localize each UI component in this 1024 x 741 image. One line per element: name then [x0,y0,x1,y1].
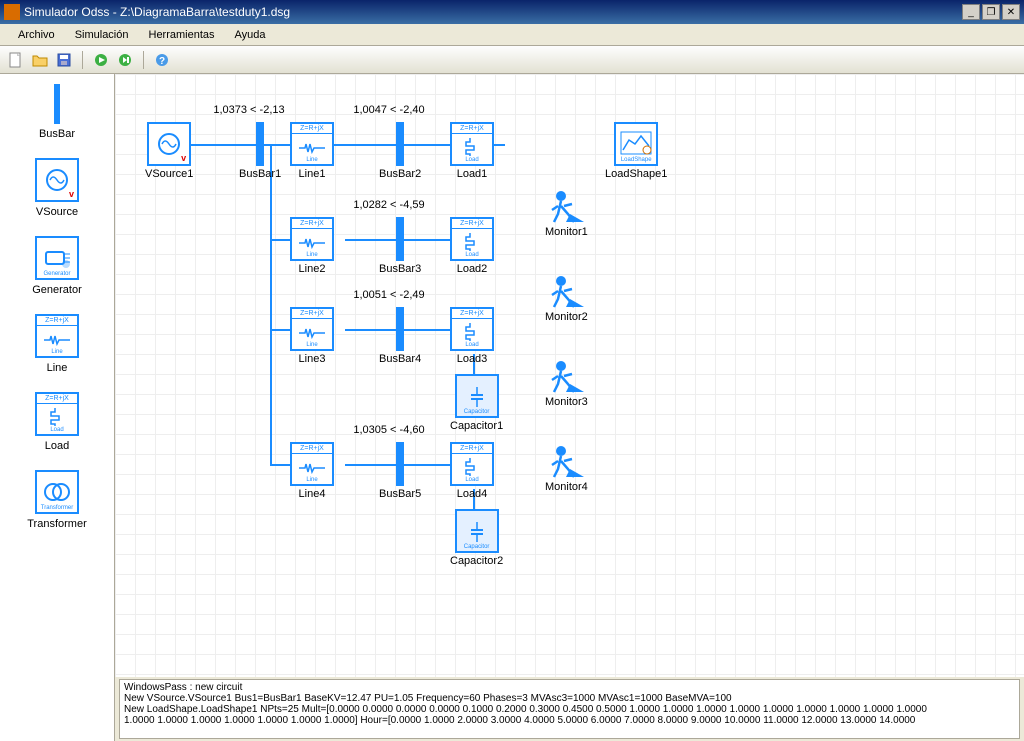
vsource-label: VSource [36,206,78,218]
node-capacitor2[interactable]: Capacitor Capacitor2 [450,509,503,567]
palette-generator[interactable]: Generator Generator [32,236,82,296]
node-line4[interactable]: Z=R+jXLine Line4 [290,442,334,500]
node-monitor1[interactable]: Monitor1 [545,184,588,238]
generator-icon: Generator [35,236,79,280]
node-load1[interactable]: Z=R+jXLoad Load1 [450,122,494,180]
log-line: 1.0000 1.0000 1.0000 1.0000 1.0000 1.000… [124,715,1015,726]
vsource-icon: v [35,158,79,202]
transformer-icon: Transformer [35,470,79,514]
help-icon[interactable]: ? [152,50,172,70]
maximize-button[interactable]: ❐ [982,4,1000,20]
new-file-icon[interactable] [6,50,26,70]
load-label: Load [45,440,69,452]
node-loadshape1[interactable]: LoadShape LoadShape1 [605,122,667,180]
toolbar: ? [0,46,1024,74]
node-busbar1[interactable]: 1,0373 < -2,13 BusBar1 [239,122,281,180]
palette-busbar[interactable]: BusBar [39,84,75,140]
log-line: New VSource.VSource1 Bus1=BusBar1 BaseKV… [124,693,1015,704]
busbar-icon [54,84,60,124]
menu-herramientas[interactable]: Herramientas [139,27,225,43]
transformer-label: Transformer [27,518,87,530]
run-icon[interactable] [91,50,111,70]
menu-archivo[interactable]: Archivo [8,27,65,43]
node-monitor2[interactable]: Monitor2 [545,269,588,323]
node-vsource1[interactable]: v VSource1 [145,122,193,180]
node-line1[interactable]: Z=R+jXLine Line1 [290,122,334,180]
component-palette: BusBar v VSource Generator Generator Z=R… [0,74,115,741]
node-load3[interactable]: Z=R+jXLoad Load3 [450,307,494,365]
run-next-icon[interactable] [115,50,135,70]
node-line3[interactable]: Z=R+jXLine Line3 [290,307,334,365]
node-load4[interactable]: Z=R+jXLoad Load4 [450,442,494,500]
busbar-label: BusBar [39,128,75,140]
menu-ayuda[interactable]: Ayuda [225,27,276,43]
title-bar: Simulador Odss - Z:\DiagramaBarra\testdu… [0,0,1024,24]
open-file-icon[interactable] [30,50,50,70]
monitor-icon [546,354,586,394]
monitor-icon [546,439,586,479]
window-title: Simulador Odss - Z:\DiagramaBarra\testdu… [24,5,290,19]
node-busbar2[interactable]: 1,0047 < -2,40 BusBar2 [379,122,421,180]
node-busbar5[interactable]: 1,0305 < -4,60 BusBar5 [379,442,421,500]
node-capacitor1[interactable]: Capacitor Capacitor1 [450,374,503,432]
node-monitor3[interactable]: Monitor3 [545,354,588,408]
palette-transformer[interactable]: Transformer Transformer [27,470,87,530]
close-button[interactable]: ✕ [1002,4,1020,20]
node-line2[interactable]: Z=R+jXLine Line2 [290,217,334,275]
monitor-icon [546,184,586,224]
node-busbar3[interactable]: 1,0282 < -4,59 BusBar3 [379,217,421,275]
toolbar-separator [143,51,144,69]
log-line: WindowsPass : new circuit [124,682,1015,693]
node-busbar4[interactable]: 1,0051 < -2,49 BusBar4 [379,307,421,365]
node-monitor4[interactable]: Monitor4 [545,439,588,493]
menu-bar: Archivo Simulación Herramientas Ayuda [0,24,1024,46]
palette-line[interactable]: Z=R+jXLine Line [35,314,79,374]
svg-text:?: ? [159,56,165,67]
diagram-canvas[interactable]: v VSource1 1,0373 < -2,13 BusBar1 Z=R+jX… [115,74,1024,677]
minimize-button[interactable]: _ [962,4,980,20]
toolbar-separator [82,51,83,69]
line-label: Line [47,362,68,374]
save-file-icon[interactable] [54,50,74,70]
node-load2[interactable]: Z=R+jXLoad Load2 [450,217,494,275]
output-log[interactable]: WindowsPass : new circuit New VSource.VS… [119,679,1020,739]
palette-load[interactable]: Z=R+jXLoad Load [35,392,79,452]
generator-label: Generator [32,284,82,296]
line-icon: Z=R+jXLine [35,314,79,358]
log-line: New LoadShape.LoadShape1 NPts=25 Mult=[0… [124,704,1015,715]
menu-simulacion[interactable]: Simulación [65,27,139,43]
load-icon: Z=R+jXLoad [35,392,79,436]
palette-vsource[interactable]: v VSource [35,158,79,218]
app-icon [4,4,20,20]
monitor-icon [546,269,586,309]
